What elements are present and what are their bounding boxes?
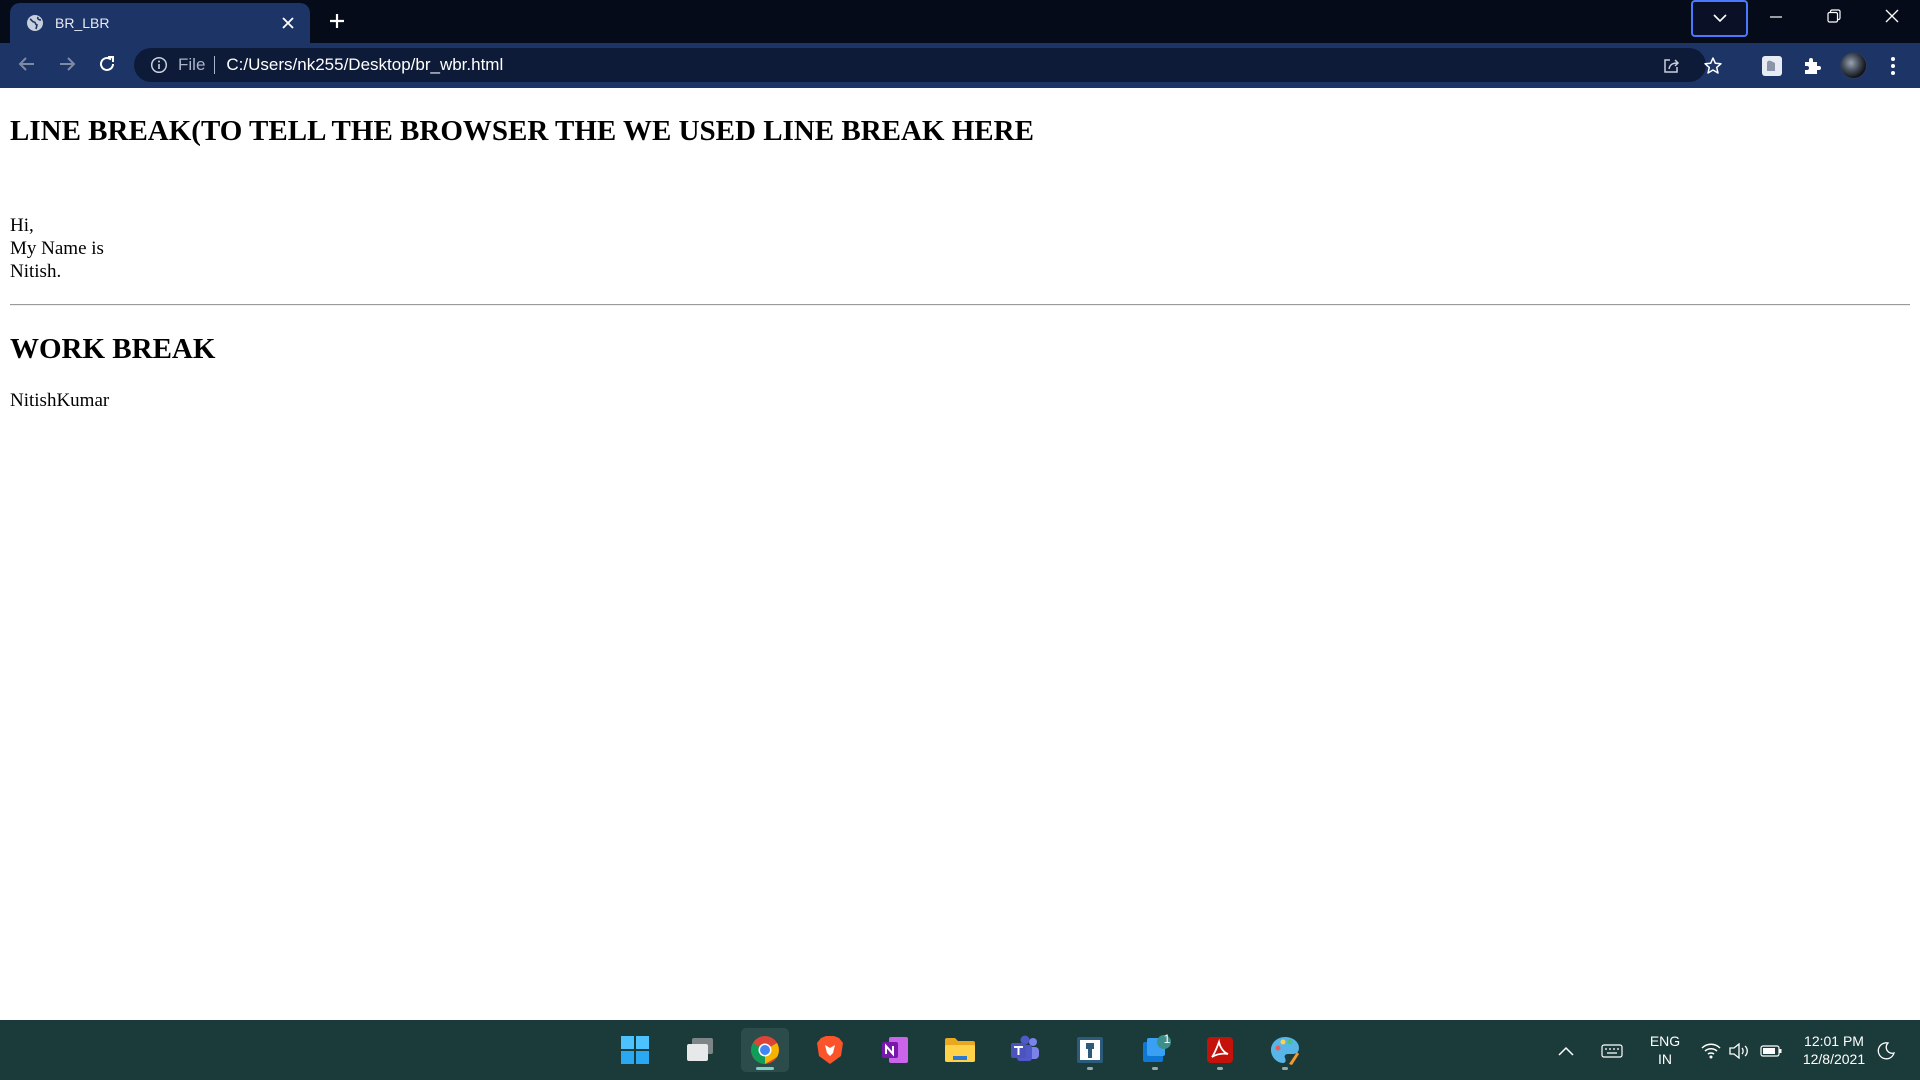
- address-scheme-label: File: [178, 55, 206, 74]
- volume-icon[interactable]: [1729, 1040, 1751, 1062]
- language-indicator[interactable]: ENG IN: [1643, 1032, 1687, 1068]
- arrow-right-icon: [58, 55, 76, 78]
- globe-icon: [26, 14, 44, 32]
- task-view-icon[interactable]: [676, 1028, 724, 1072]
- address-url[interactable]: C:/Users/nk255/Desktop/br_wbr.html: [226, 55, 503, 75]
- plus-icon: [328, 12, 346, 35]
- clock-date: 12/8/2021: [1802, 1051, 1866, 1067]
- clock[interactable]: 12:01 PM 12/8/2021: [1796, 1032, 1872, 1068]
- chrome-icon[interactable]: [741, 1028, 789, 1072]
- more-menu-icon[interactable]: [1881, 54, 1905, 78]
- language-line-1: ENG: [1649, 1033, 1681, 1049]
- tab-search-button[interactable]: [1691, 0, 1748, 37]
- running-indicator: [1087, 1067, 1093, 1070]
- close-icon: [1885, 9, 1899, 28]
- web-page-content: LINE BREAK(TO TELL THE BROWSER THE WE US…: [0, 88, 1920, 1020]
- running-indicator: [1282, 1067, 1288, 1070]
- chevron-down-icon: [1712, 10, 1727, 28]
- back-button[interactable]: [10, 49, 44, 83]
- minimize-button[interactable]: [1748, 0, 1804, 37]
- share-icon[interactable]: [1662, 56, 1682, 76]
- chevron-up-icon[interactable]: [1555, 1040, 1577, 1062]
- extensions-puzzle-icon[interactable]: [1800, 54, 1824, 78]
- keyboard-icon[interactable]: [1601, 1040, 1623, 1062]
- browser-toolbar: File C:/Users/nk255/Desktop/br_wbr.html: [0, 43, 1920, 88]
- horizontal-rule: [10, 304, 1910, 306]
- page-heading-line-break: LINE BREAK(TO TELL THE BROWSER THE WE US…: [10, 115, 1034, 147]
- windows-taskbar: 1 ENG IN 12:01 PM 12/8/2021: [0, 1020, 1920, 1080]
- running-indicator: [1217, 1067, 1223, 1070]
- active-indicator: [756, 1067, 774, 1070]
- extension-app-icon[interactable]: [1760, 54, 1784, 78]
- arrow-left-icon: [18, 55, 36, 78]
- text-line-2: My Name is: [10, 238, 104, 259]
- paint-icon[interactable]: [1261, 1028, 1309, 1072]
- onenote-icon[interactable]: [871, 1028, 919, 1072]
- brave-icon[interactable]: [806, 1028, 854, 1072]
- tab-close-icon[interactable]: [278, 13, 298, 33]
- address-separator: [214, 56, 216, 74]
- windows-start-icon[interactable]: [611, 1028, 659, 1072]
- page-heading-work-break: WORK BREAK: [10, 333, 216, 365]
- focus-assist-moon-icon[interactable]: [1875, 1040, 1897, 1062]
- address-bar[interactable]: File C:/Users/nk255/Desktop/br_wbr.html: [134, 48, 1722, 82]
- forward-button[interactable]: [50, 49, 84, 83]
- text-line-3: Nitish.: [10, 261, 62, 282]
- language-line-2: IN: [1658, 1051, 1672, 1067]
- tab-title: BR_LBR: [55, 15, 110, 31]
- clock-time: 12:01 PM: [1804, 1033, 1864, 1049]
- wbr-text: NitishKumar: [10, 390, 110, 411]
- minimize-icon: [1770, 10, 1782, 28]
- battery-icon[interactable]: [1760, 1040, 1782, 1062]
- reload-button[interactable]: [90, 49, 124, 83]
- close-window-button[interactable]: [1864, 0, 1920, 37]
- file-explorer-icon[interactable]: [936, 1028, 984, 1072]
- star-icon[interactable]: [1703, 56, 1723, 76]
- new-tab-button[interactable]: [323, 9, 351, 37]
- running-indicator: [1152, 1067, 1158, 1070]
- mail-badge: 1: [1163, 1032, 1171, 1046]
- restore-button[interactable]: [1806, 0, 1862, 37]
- openvpn-icon[interactable]: [1066, 1028, 1114, 1072]
- acrobat-icon[interactable]: [1196, 1028, 1244, 1072]
- browser-titlebar: BR_LBR: [0, 0, 1920, 43]
- wifi-icon[interactable]: [1700, 1040, 1722, 1062]
- profile-avatar[interactable]: [1840, 52, 1867, 79]
- info-icon[interactable]: [150, 56, 168, 74]
- reload-icon: [98, 55, 116, 78]
- text-line-1: Hi,: [10, 215, 34, 236]
- teams-icon[interactable]: [1001, 1028, 1049, 1072]
- mail-icon[interactable]: 1: [1131, 1028, 1179, 1072]
- browser-tab[interactable]: BR_LBR: [10, 3, 310, 43]
- restore-icon: [1827, 9, 1841, 28]
